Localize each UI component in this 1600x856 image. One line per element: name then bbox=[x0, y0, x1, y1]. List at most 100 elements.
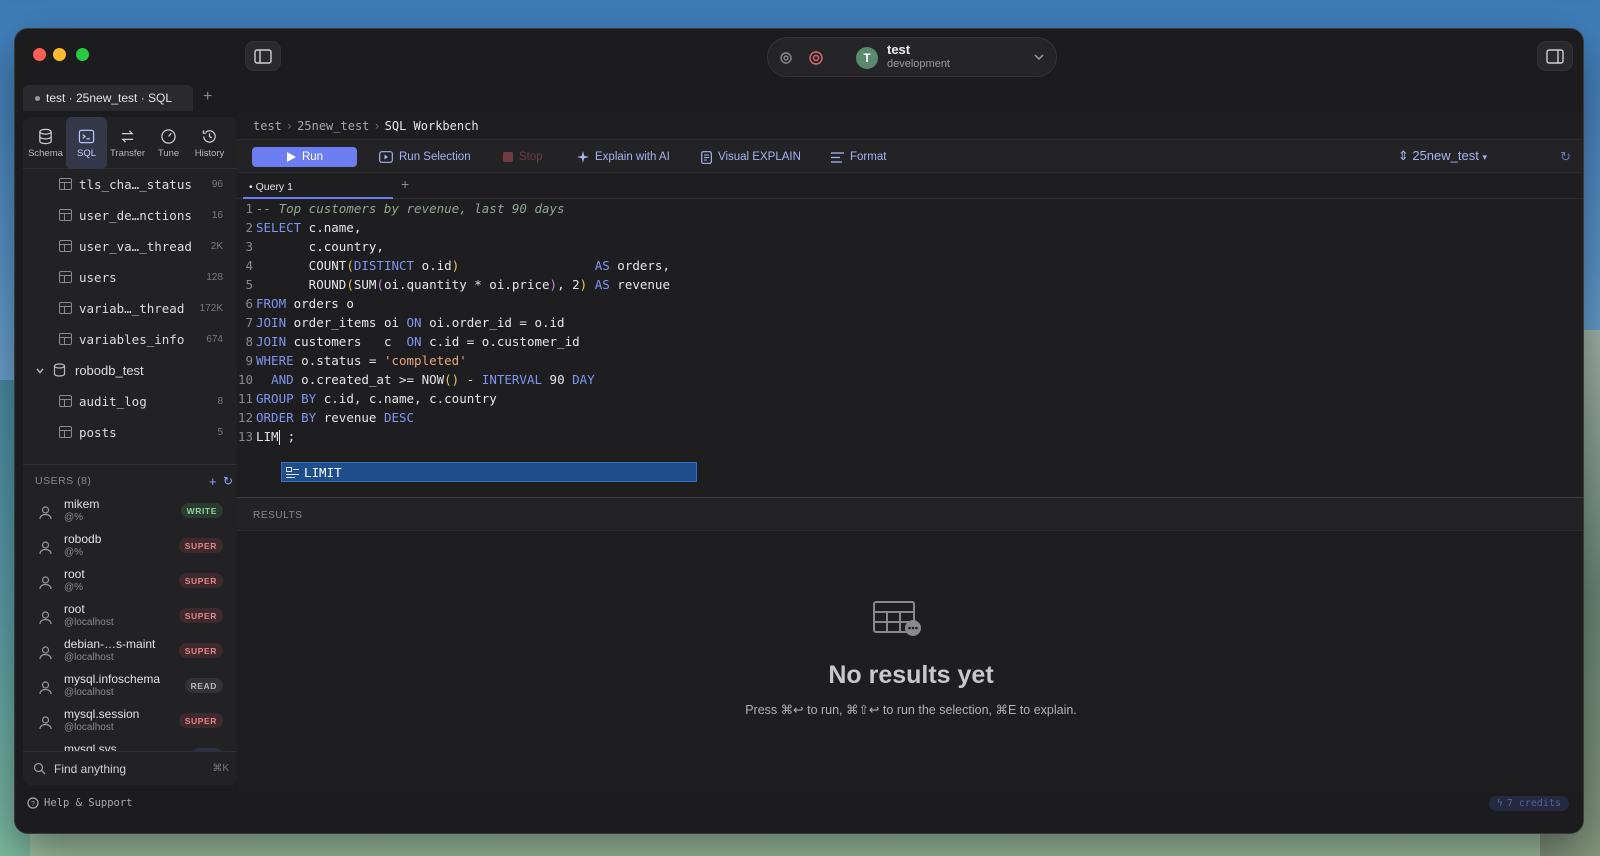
sql-editor[interactable]: 1 -- Top customers by revenue, last 90 da… bbox=[237, 201, 1583, 489]
stop-button[interactable]: Stop bbox=[503, 147, 543, 167]
tool-tune[interactable]: Tune bbox=[148, 117, 189, 169]
table-name: user_de…nctions bbox=[79, 208, 192, 223]
role-badge: READ bbox=[184, 678, 223, 693]
document-tab-strip: test · 25new_test · SQL + bbox=[15, 85, 1583, 111]
editor-toolbar: Run Run Selection Stop Explain with AI V… bbox=[237, 139, 1583, 173]
panel-right-icon bbox=[1546, 48, 1564, 64]
gear-icon[interactable] bbox=[778, 50, 794, 66]
find-anything-search[interactable]: Find anything ⌘K bbox=[23, 751, 237, 785]
user-name: root bbox=[64, 602, 85, 616]
user-row[interactable]: root @% SUPER bbox=[23, 565, 237, 600]
search-icon bbox=[33, 762, 46, 775]
tool-schema[interactable]: Schema bbox=[25, 117, 66, 169]
refresh-icon[interactable]: ↻ bbox=[1560, 149, 1571, 165]
run-button[interactable]: Run bbox=[252, 147, 357, 167]
help-support-link[interactable]: ? Help & Support bbox=[27, 797, 133, 809]
user-name: mikem bbox=[64, 497, 100, 511]
user-icon bbox=[39, 576, 52, 590]
tool-history[interactable]: History bbox=[189, 117, 230, 169]
toggle-sidebar-button[interactable] bbox=[245, 41, 281, 71]
role-badge: SUPER bbox=[178, 643, 223, 658]
database-row[interactable]: robodb_test bbox=[23, 355, 237, 386]
stop-icon bbox=[503, 152, 513, 162]
user-host: @% bbox=[64, 512, 84, 523]
user-row[interactable]: mysql.session @localhost SUPER bbox=[23, 705, 237, 740]
table-row[interactable]: variab…_thread 172K bbox=[23, 293, 237, 324]
table-empty-icon bbox=[873, 601, 921, 636]
table-row[interactable]: posts 5 bbox=[23, 417, 237, 448]
minimize-window-button[interactable] bbox=[53, 48, 66, 61]
chevron-down-icon bbox=[1034, 54, 1044, 61]
gauge-icon bbox=[161, 128, 176, 144]
connection-avatar: T bbox=[856, 47, 878, 69]
tool-tune-label: Tune bbox=[157, 147, 180, 159]
table-name: variables_info bbox=[79, 332, 185, 347]
close-window-button[interactable] bbox=[33, 48, 46, 61]
results-header: RESULTS bbox=[237, 497, 1583, 531]
table-row[interactable]: user_de…nctions 16 bbox=[23, 200, 237, 231]
visual-explain-label: Visual EXPLAIN bbox=[718, 151, 801, 163]
refresh-users-icon[interactable]: ↻ bbox=[223, 474, 234, 488]
tool-sql[interactable]: SQL bbox=[66, 117, 107, 169]
user-name: debian-…s-maint bbox=[64, 637, 156, 651]
autocomplete-suggestion[interactable]: LIMIT bbox=[281, 462, 697, 482]
visual-explain-button[interactable]: Visual EXPLAIN bbox=[701, 147, 801, 167]
new-tab-button[interactable]: + bbox=[203, 88, 212, 106]
query-tab[interactable]: • Query 1 bbox=[243, 177, 393, 199]
breadcrumb-separator: › bbox=[285, 119, 294, 133]
find-shortcut: ⌘K bbox=[212, 763, 229, 774]
add-user-icon[interactable]: + bbox=[209, 474, 217, 489]
users-header-label: USERS (8) bbox=[35, 475, 92, 487]
user-row[interactable]: mysql.infoschema @localhost READ bbox=[23, 670, 237, 705]
breadcrumb-item[interactable]: 25new_test bbox=[297, 119, 369, 133]
document-tab[interactable]: test · 25new_test · SQL bbox=[23, 85, 193, 111]
user-icon bbox=[39, 506, 52, 520]
new-query-button[interactable]: + bbox=[401, 176, 409, 192]
user-row[interactable]: mysql.sys DBL bbox=[23, 740, 237, 751]
target-icon[interactable] bbox=[808, 50, 824, 66]
app-window: T test development test · 25new_test · S… bbox=[14, 28, 1584, 834]
table-icon bbox=[59, 271, 72, 283]
user-row[interactable]: mikem @% WRITE bbox=[23, 495, 237, 530]
empty-hint: Press ⌘↩ to run, ⌘⇧↩ to run the selectio… bbox=[745, 703, 1077, 717]
find-anything-label: Find anything bbox=[54, 761, 127, 776]
table-row[interactable]: tls_cha…_status 96 bbox=[23, 169, 237, 200]
explain-ai-button[interactable]: Explain with AI bbox=[577, 147, 670, 167]
user-host: @% bbox=[64, 547, 84, 558]
toggle-right-panel-button[interactable] bbox=[1537, 41, 1573, 71]
zoom-window-button[interactable] bbox=[76, 48, 89, 61]
tool-transfer[interactable]: Transfer bbox=[107, 117, 148, 169]
breadcrumb-item[interactable]: test bbox=[253, 119, 282, 133]
connection-selector[interactable]: T test development bbox=[767, 37, 1057, 77]
user-row[interactable]: root @localhost SUPER bbox=[23, 600, 237, 635]
code-line: 1 -- Top customers by revenue, last 90 da… bbox=[245, 201, 565, 216]
help-icon: ? bbox=[27, 797, 39, 809]
credits-label: 7 credits bbox=[1506, 798, 1561, 809]
code-line: 11 GROUP BY c.id, c.name, c.country bbox=[237, 391, 497, 406]
chevron-down-icon[interactable] bbox=[35, 366, 45, 376]
table-name: users bbox=[79, 270, 117, 285]
table-row[interactable]: user_va…_thread 2K bbox=[23, 231, 237, 262]
user-icon bbox=[39, 646, 52, 660]
table-row-count: 16 bbox=[211, 210, 223, 221]
code-line: 7 JOIN order_items oi ON oi.order_id = o.… bbox=[245, 315, 565, 330]
table-name: variab…_thread bbox=[79, 301, 185, 316]
code-line: 13 LIM ; bbox=[237, 429, 296, 445]
table-row[interactable]: audit_log 8 bbox=[23, 386, 237, 417]
document-icon bbox=[701, 150, 712, 164]
results-empty-state: No results yet Press ⌘↩ to run, ⌘⇧↩ to r… bbox=[237, 531, 1583, 793]
play-square-icon bbox=[379, 151, 393, 163]
table-row[interactable]: users 128 bbox=[23, 262, 237, 293]
run-selection-button[interactable]: Run Selection bbox=[379, 147, 471, 167]
keyword-icon bbox=[286, 467, 299, 478]
title-bar: T test development bbox=[15, 29, 1583, 85]
credits-badge[interactable]: ϟ 7 credits bbox=[1488, 796, 1569, 811]
user-row[interactable]: debian-…s-maint @localhost SUPER bbox=[23, 635, 237, 670]
code-line: 8 JOIN customers c ON c.id = o.customer_i… bbox=[245, 334, 580, 349]
user-row[interactable]: robodb @% SUPER bbox=[23, 530, 237, 565]
format-button[interactable]: Format bbox=[831, 147, 886, 167]
main-area: test › 25new_test › SQL Workbench Run Run Se… bbox=[237, 111, 1583, 793]
table-row[interactable]: variables_info 674 bbox=[23, 324, 237, 355]
table-row-count: 96 bbox=[211, 179, 223, 190]
database-selector[interactable]: ⇕ 25new_test ▾ bbox=[1398, 148, 1487, 164]
